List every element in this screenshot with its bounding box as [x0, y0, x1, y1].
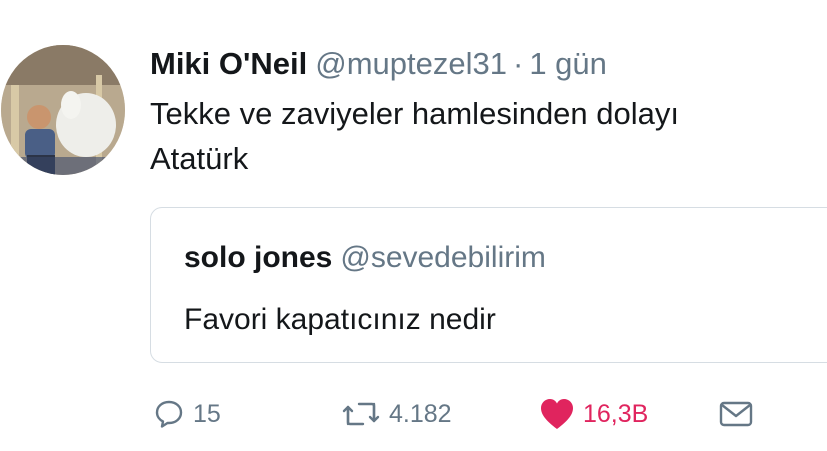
retweet-button[interactable]: 4.182 — [341, 394, 452, 434]
direct-message-button[interactable] — [719, 394, 753, 434]
quoted-author-handle: @sevedebilirim — [340, 241, 546, 274]
tweet-actions: 15 4.182 16,3B — [153, 394, 793, 434]
tweet-text: Tekke ve zaviyeler hamlesinden dolayı At… — [150, 91, 827, 181]
quoted-author-name: solo jones — [184, 241, 333, 274]
reply-icon — [153, 398, 185, 430]
avatar-photo — [1, 45, 125, 175]
tweet-header: Miki O'Neil @muptezel31 · 1 gün — [150, 44, 607, 84]
like-button[interactable]: 16,3B — [539, 394, 648, 434]
tweet-timestamp[interactable]: 1 gün — [529, 46, 607, 81]
quoted-tweet-header: solo jones @sevedebilirim — [184, 238, 546, 278]
avatar[interactable] — [1, 45, 125, 175]
retweet-count: 4.182 — [389, 399, 452, 428]
quoted-tweet-text: Favori kapatıcınız nedir — [184, 303, 496, 336]
envelope-icon — [719, 399, 753, 429]
author-name[interactable]: Miki O'Neil — [150, 46, 307, 81]
like-count: 16,3B — [583, 399, 649, 428]
reply-button[interactable]: 15 — [153, 394, 221, 434]
tweet-text-line: Atatürk — [150, 141, 249, 176]
quoted-tweet-card[interactable]: solo jones @sevedebilirim Favori kapatıcı… — [150, 207, 827, 363]
reply-count: 15 — [193, 399, 221, 428]
retweet-icon — [341, 398, 381, 430]
author-handle[interactable]: @muptezel31 — [315, 46, 507, 81]
heart-icon — [539, 397, 575, 431]
tweet-text-line: Tekke ve zaviyeler hamlesinden dolayı — [150, 96, 679, 131]
separator-dot: · — [513, 46, 524, 81]
